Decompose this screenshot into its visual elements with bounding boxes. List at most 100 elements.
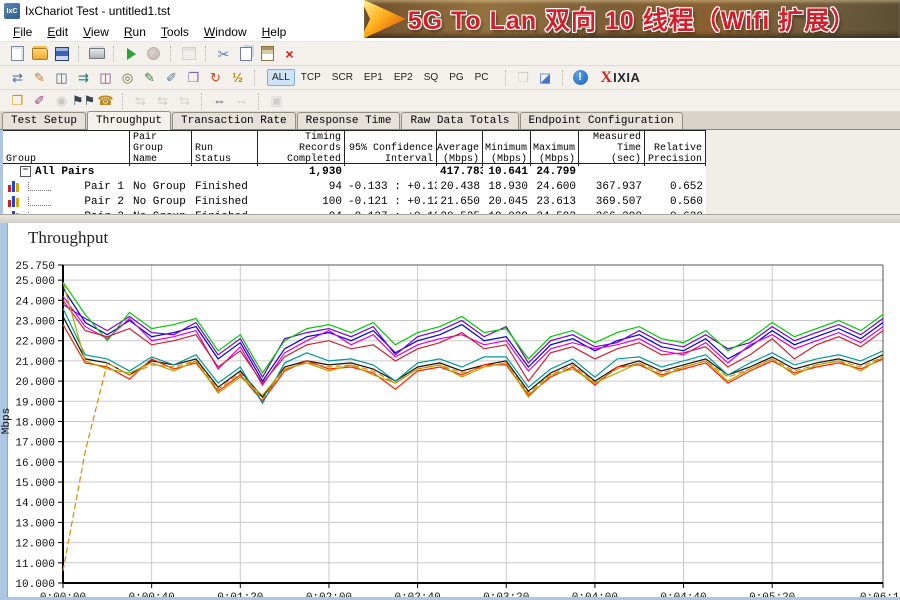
cell: 20.045 xyxy=(483,196,531,208)
cell: 0.560 xyxy=(645,196,706,208)
window-icon[interactable]: ◪ xyxy=(536,69,555,87)
tab-response-time[interactable]: Response Time xyxy=(297,112,401,129)
col-timing-records[interactable]: Timing Records Completed xyxy=(257,131,345,166)
tab-raw-data-totals[interactable]: Raw Data Totals xyxy=(401,112,518,129)
pair-label: Pair 2 xyxy=(51,196,127,208)
table-row-all-pairs[interactable]: −All Pairs1,930417.78310.64124.799 xyxy=(3,164,706,179)
filter-ep1[interactable]: EP1 xyxy=(359,69,388,86)
edit-script-icon[interactable]: ✎ xyxy=(140,69,159,87)
cell: No Group xyxy=(130,196,192,208)
flame-icon xyxy=(364,0,406,38)
all-pairs-label: All Pairs xyxy=(35,166,94,178)
add-column-icon[interactable]: ❐ xyxy=(514,69,533,87)
pair-label: Pair 1 xyxy=(51,181,127,193)
filter-tcp[interactable]: TCP xyxy=(296,69,326,86)
cut-icon[interactable]: ✂ xyxy=(214,45,233,63)
col-minimum[interactable]: Minimum (Mbps) xyxy=(482,131,531,166)
multicast-icon[interactable]: ⇉ xyxy=(74,69,93,87)
col-relative-precision[interactable]: Relative Precision xyxy=(644,131,706,166)
open-test-icon[interactable] xyxy=(30,45,49,63)
menu-run[interactable]: Run xyxy=(117,23,154,41)
table-row-pair-1[interactable]: Pair 1No GroupFinished94-0.133 : +0.1332… xyxy=(3,179,706,194)
tree-branch-line xyxy=(28,182,51,191)
link-up-icon[interactable]: ⇆ xyxy=(131,92,150,110)
tab-test-setup[interactable]: Test Setup xyxy=(2,112,86,129)
cell: No Group xyxy=(130,181,192,193)
new-test-icon[interactable] xyxy=(8,45,27,63)
clipboard-icon[interactable]: ▣ xyxy=(267,92,286,110)
menu-tools[interactable]: Tools xyxy=(154,23,197,41)
filter-pc[interactable]: PC xyxy=(470,69,494,86)
menu-window[interactable]: Window xyxy=(197,23,255,41)
camera-icon[interactable]: ◎ xyxy=(118,69,137,87)
tab-transaction-rate[interactable]: Transaction Rate xyxy=(172,112,296,129)
draw-pair-icon[interactable]: ✐ xyxy=(162,69,181,87)
window-title: IxChariot Test - untitled1.tst xyxy=(25,4,170,18)
copy-icon[interactable] xyxy=(236,45,255,63)
cell: Finished xyxy=(192,196,258,208)
menu-view[interactable]: View xyxy=(76,23,117,41)
link-mid-icon[interactable]: ⇆ xyxy=(153,92,172,110)
clone-pair-icon[interactable]: ❐ xyxy=(184,69,203,87)
col-measured-time[interactable]: Measured Time (sec) xyxy=(578,131,645,166)
open-config-icon[interactable]: ❒ xyxy=(8,92,27,110)
pair-break-icon[interactable]: ⇔ xyxy=(232,92,251,110)
table-row-pair-2[interactable]: Pair 2No GroupFinished100-0.121 : +0.121… xyxy=(3,194,706,209)
svg-text:18.000: 18.000 xyxy=(15,417,55,429)
col-confidence-interval[interactable]: 95% Confidence Interval xyxy=(344,131,437,166)
col-maximum[interactable]: Maximum (Mbps) xyxy=(530,131,579,166)
sequence-icon[interactable]: ½ xyxy=(228,69,247,87)
pair-chart-icon xyxy=(8,196,19,207)
tab-throughput[interactable]: Throughput xyxy=(87,111,171,130)
rerun-icon[interactable]: ↻ xyxy=(206,69,225,87)
tree-expander[interactable]: − xyxy=(20,166,31,177)
cell: 369.507 xyxy=(579,196,645,208)
cell: 21.650 xyxy=(437,196,483,208)
print-icon[interactable] xyxy=(87,45,106,63)
cell: 10.641 xyxy=(483,166,531,178)
menu-help[interactable]: Help xyxy=(255,23,295,41)
finish-flags-icon[interactable]: ⚑⚑ xyxy=(74,92,93,110)
pair-connect-icon[interactable]: ⇔ xyxy=(210,92,229,110)
ghost-icon[interactable]: ◉ xyxy=(52,92,71,110)
dart-icon[interactable]: ✐ xyxy=(30,92,49,110)
monitor-group-icon[interactable]: ◫ xyxy=(96,69,115,87)
swap-endpoints-icon[interactable]: ⇄ xyxy=(8,69,27,87)
filter-sq[interactable]: SQ xyxy=(419,69,443,86)
y-axis-label: Mbps xyxy=(1,408,13,434)
paste-icon[interactable] xyxy=(258,45,277,63)
col-average[interactable]: Average (Mbps) xyxy=(436,131,483,166)
menu-edit[interactable]: Edit xyxy=(40,23,76,41)
svg-text:12.000: 12.000 xyxy=(15,539,55,551)
col-run-status[interactable]: Run Status xyxy=(191,131,258,166)
run-test-icon[interactable] xyxy=(122,45,141,63)
phone-hand-icon[interactable]: ☎ xyxy=(96,92,115,110)
tab-bar: Test Setup Throughput Transaction Rate R… xyxy=(0,112,900,130)
save-test-icon[interactable] xyxy=(52,45,71,63)
cell: 367.937 xyxy=(579,181,645,193)
info-icon[interactable]: ! xyxy=(571,69,590,87)
filter-ep2[interactable]: EP2 xyxy=(389,69,418,86)
filter-scr[interactable]: SCR xyxy=(327,69,358,86)
svg-text:20.000: 20.000 xyxy=(15,377,55,389)
stop-test-icon[interactable] xyxy=(144,45,163,63)
pair-chart-icon xyxy=(8,181,19,192)
promo-banner: 5G To Lan 双向 10 线程（Wifi 扩展） xyxy=(364,0,900,38)
tab-endpoint-configuration[interactable]: Endpoint Configuration xyxy=(520,112,683,129)
monitor-pair-icon[interactable]: ◫ xyxy=(52,69,71,87)
cell: 100 xyxy=(258,196,345,208)
menu-file[interactable]: File xyxy=(6,23,40,41)
report-icon[interactable] xyxy=(179,45,198,63)
cell: -0.121 : +0.121 xyxy=(345,196,437,208)
delete-icon[interactable]: × xyxy=(280,45,299,63)
col-pair-group-name[interactable]: Pair Group Name xyxy=(129,131,192,166)
group-cell: Pair 2 xyxy=(3,194,130,209)
filter-pg[interactable]: PG xyxy=(444,69,468,86)
table-header: Group Pair Group Name Run Status Timing … xyxy=(3,130,706,164)
edit-pair-icon[interactable]: ✎ xyxy=(30,69,49,87)
col-group[interactable]: Group xyxy=(2,131,130,166)
link-down-icon[interactable]: ⇆ xyxy=(175,92,194,110)
cell: 94 xyxy=(258,181,345,193)
filter-all[interactable]: ALL xyxy=(267,69,295,86)
app-icon: IxC xyxy=(4,3,20,19)
